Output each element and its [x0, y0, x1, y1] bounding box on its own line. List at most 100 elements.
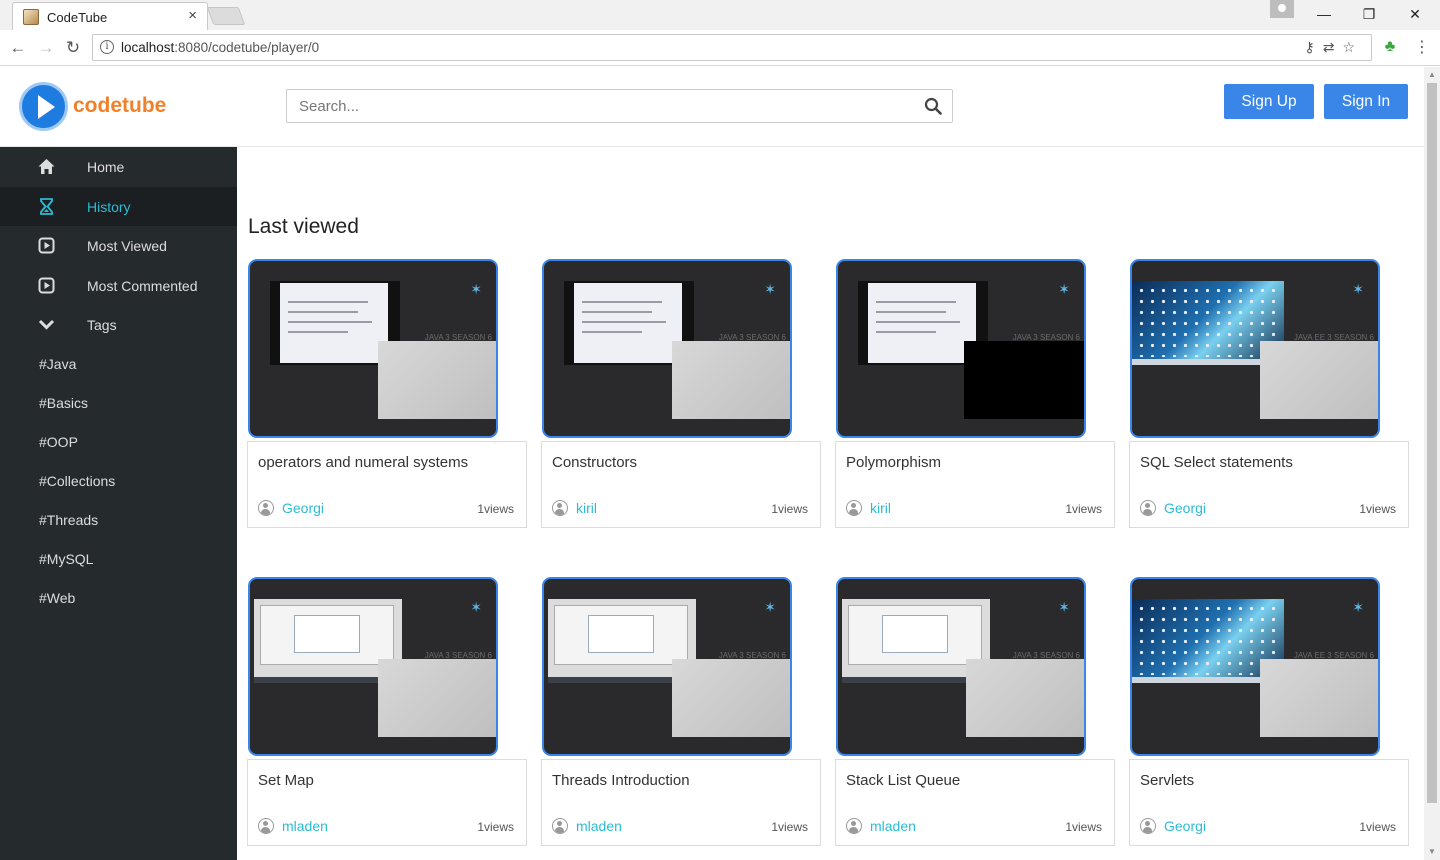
new-tab-button[interactable] — [206, 7, 246, 25]
brand-star-icon: ✶ — [470, 599, 482, 615]
season-label: JAVA 3 SEASON 6 — [718, 651, 786, 660]
brand-star-icon: ✶ — [1058, 281, 1070, 297]
video-title[interactable]: Polymorphism — [846, 454, 941, 471]
whiteboard-image — [966, 659, 1084, 737]
search-icon[interactable] — [924, 97, 942, 115]
view-count: 1views — [771, 502, 808, 516]
tag-java[interactable]: #Java — [0, 345, 237, 384]
author-link[interactable]: Georgi — [1164, 818, 1206, 834]
page: codetube Sign Up Sign In Home History Mo… — [0, 67, 1424, 860]
user-avatar-icon — [1140, 818, 1156, 834]
author-link[interactable]: Georgi — [282, 500, 324, 516]
home-icon — [38, 159, 55, 174]
video-card[interactable]: JAVA 3 SEASON 6 ✶ Constructors kiril 1views — [541, 259, 821, 529]
video-info: Stack List Queue mladen 1views — [835, 759, 1115, 846]
tab-close-icon[interactable]: × — [188, 7, 197, 24]
brand-star-icon: ✶ — [764, 281, 776, 297]
sidebar-item-tags[interactable]: Tags — [0, 305, 237, 345]
season-label: JAVA EE 3 SEASON 6 — [1293, 333, 1374, 342]
sign-up-button[interactable]: Sign Up — [1224, 84, 1314, 119]
video-thumbnail[interactable]: JAVA 3 SEASON 6 ✶ — [248, 259, 498, 438]
video-title[interactable]: Servlets — [1140, 772, 1194, 789]
video-card[interactable]: JAVA EE 3 SEASON 6 ✶ Servlets Georgi 1views — [1129, 577, 1409, 847]
sidebar-item-label: Most Commented — [87, 277, 198, 294]
author-link[interactable]: mladen — [576, 818, 622, 834]
forward-icon[interactable]: → — [35, 37, 57, 59]
extension-icon[interactable]: ♣ — [1381, 38, 1399, 56]
address-bar[interactable]: i localhost:8080/codetube/player/0 ⚷⇄☆ — [92, 34, 1372, 61]
video-thumbnail[interactable]: JAVA EE 3 SEASON 6 ✶ — [1130, 577, 1380, 756]
user-avatar-icon — [258, 818, 274, 834]
view-count: 1views — [1359, 502, 1396, 516]
author-link[interactable]: mladen — [870, 818, 916, 834]
video-thumbnail[interactable]: JAVA 3 SEASON 6 ✶ — [542, 259, 792, 438]
browser-toolbar: ← → ↻ i localhost:8080/codetube/player/0… — [0, 30, 1440, 66]
sign-in-button[interactable]: Sign In — [1324, 84, 1408, 119]
view-count: 1views — [771, 820, 808, 834]
video-card[interactable]: JAVA 3 SEASON 6 ✶ Stack List Queue mladen 1v… — [835, 577, 1115, 847]
sidebar-item-history[interactable]: History — [0, 186, 237, 226]
tag-web[interactable]: #Web — [0, 579, 237, 618]
view-count: 1views — [477, 820, 514, 834]
video-title[interactable]: Constructors — [552, 454, 637, 471]
video-info: Constructors kiril 1views — [541, 441, 821, 528]
tag-threads[interactable]: #Threads — [0, 501, 237, 540]
tag-label: #MySQL — [39, 550, 94, 567]
video-title[interactable]: SQL Select statements — [1140, 454, 1293, 471]
section-title: Last viewed — [248, 215, 359, 238]
profile-icon[interactable] — [1270, 0, 1294, 18]
video-title[interactable]: Threads Introduction — [552, 772, 690, 789]
video-title[interactable]: Set Map — [258, 772, 314, 789]
video-title[interactable]: Stack List Queue — [846, 772, 960, 789]
back-icon[interactable]: ← — [7, 37, 29, 59]
tag-oop[interactable]: #OOP — [0, 423, 237, 462]
whiteboard-image — [1260, 659, 1378, 737]
video-thumbnail[interactable]: JAVA EE 3 SEASON 6 ✶ — [1130, 259, 1380, 438]
url-text[interactable]: localhost:8080/codetube/player/0 — [121, 40, 319, 55]
author-link[interactable]: Georgi — [1164, 500, 1206, 516]
video-title[interactable]: operators and numeral systems — [258, 454, 468, 471]
sidebar-item-most-commented[interactable]: Most Commented — [0, 266, 237, 306]
bookmark-star-icon: ☆ — [1342, 39, 1363, 55]
tag-basics[interactable]: #Basics — [0, 384, 237, 423]
user-avatar-icon — [1140, 500, 1156, 516]
logo-play-icon[interactable] — [19, 82, 68, 131]
omnibox-icons[interactable]: ⚷⇄☆ — [1304, 39, 1363, 56]
logo-text[interactable]: codetube — [73, 94, 166, 118]
video-card[interactable]: JAVA 3 SEASON 6 ✶ Set Map mladen 1views — [247, 577, 527, 847]
video-thumbnail[interactable]: JAVA 3 SEASON 6 ✶ — [836, 577, 1086, 756]
reload-icon[interactable]: ↻ — [62, 37, 84, 59]
author-link[interactable]: kiril — [870, 500, 891, 516]
video-thumbnail[interactable]: JAVA 3 SEASON 6 ✶ — [542, 577, 792, 756]
video-card[interactable]: JAVA EE 3 SEASON 6 ✶ SQL Select statements… — [1129, 259, 1409, 529]
info-icon[interactable]: i — [100, 40, 114, 54]
browser-tab[interactable]: CodeTube × — [12, 2, 208, 30]
author-link[interactable]: mladen — [282, 818, 328, 834]
scroll-up-icon[interactable]: ▲ — [1427, 70, 1437, 80]
tag-collections[interactable]: #Collections — [0, 462, 237, 501]
brand-star-icon: ✶ — [1352, 599, 1364, 615]
sidebar-item-most-viewed[interactable]: Most Viewed — [0, 226, 237, 266]
video-card[interactable]: JAVA 3 SEASON 6 ✶ operators and numeral sy… — [247, 259, 527, 529]
view-count: 1views — [477, 502, 514, 516]
video-thumbnail[interactable]: JAVA 3 SEASON 6 ✶ — [248, 577, 498, 756]
video-thumbnail[interactable]: JAVA 3 SEASON 6 ✶ — [836, 259, 1086, 438]
video-card[interactable]: JAVA 3 SEASON 6 ✶ Threads Introduction mlad… — [541, 577, 821, 847]
maximize-button[interactable]: ❐ — [1346, 2, 1392, 26]
page-scrollbar[interactable]: ▲ ▼ — [1424, 67, 1440, 860]
brand-star-icon: ✶ — [1352, 281, 1364, 297]
video-card[interactable]: JAVA 3 SEASON 6 ✶ Polymorphism kiril 1views — [835, 259, 1115, 529]
translate-icon: ⇄ — [1322, 39, 1343, 55]
author-link[interactable]: kiril — [576, 500, 597, 516]
search-input[interactable] — [287, 90, 907, 122]
close-window-button[interactable]: ✕ — [1392, 2, 1438, 26]
browser-menu-icon[interactable]: ⋮ — [1414, 37, 1430, 57]
scroll-thumb[interactable] — [1427, 83, 1437, 803]
season-label: JAVA EE 3 SEASON 6 — [1293, 651, 1374, 660]
video-info: Servlets Georgi 1views — [1129, 759, 1409, 846]
scroll-down-icon[interactable]: ▼ — [1427, 847, 1437, 857]
sidebar-item-home[interactable]: Home — [0, 147, 237, 187]
user-avatar-icon — [552, 500, 568, 516]
minimize-button[interactable]: — — [1301, 2, 1347, 26]
tag-mysql[interactable]: #MySQL — [0, 540, 237, 579]
